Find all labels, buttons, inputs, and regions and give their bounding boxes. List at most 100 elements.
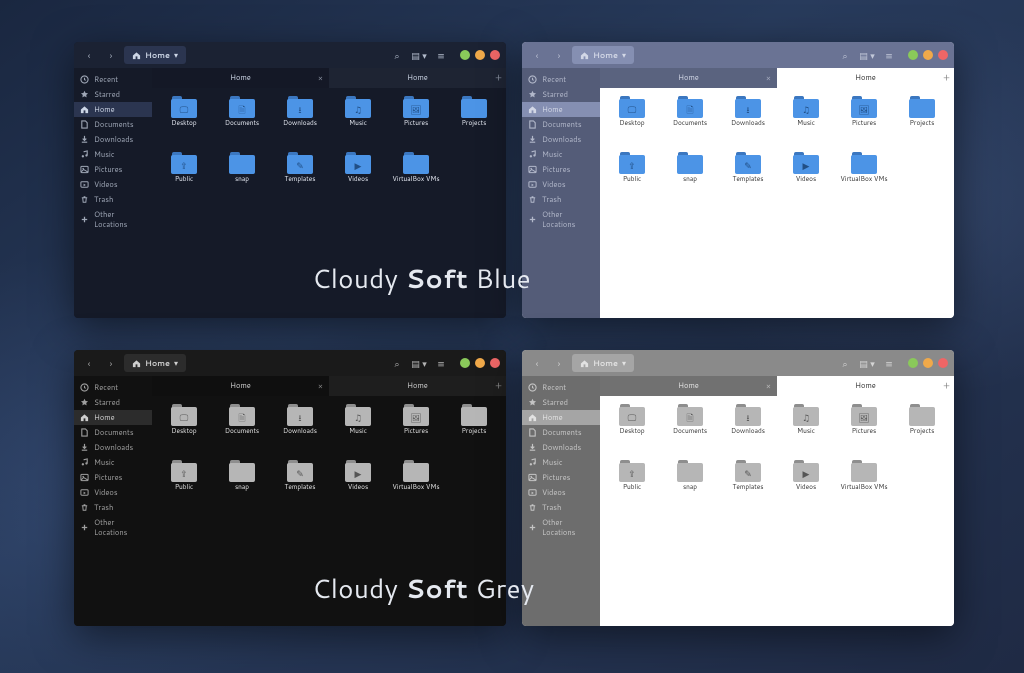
folder-downloads[interactable]: ⭳Downloads [272,404,328,456]
folder-desktop[interactable]: 🖵Desktop [604,404,660,456]
sidebar-item-pictures[interactable]: Pictures [522,470,600,485]
folder-snap[interactable]: snap [214,152,270,204]
sidebar-item-trash[interactable]: Trash [522,192,600,207]
sidebar-item-other-locations[interactable]: Other Locations [74,515,152,540]
maximize-button[interactable] [923,50,933,60]
new-tab-icon[interactable]: + [495,379,502,393]
back-button[interactable]: ‹ [80,46,98,64]
sidebar-item-downloads[interactable]: Downloads [522,132,600,147]
sidebar-item-documents[interactable]: Documents [74,117,152,132]
forward-button[interactable]: › [550,354,568,372]
tab-inactive[interactable]: Home× [152,68,329,88]
sidebar-item-recent[interactable]: Recent [74,72,152,87]
folder-virtualbox-vms[interactable]: VirtualBox VMs [388,460,444,512]
maximize-button[interactable] [475,50,485,60]
sidebar-item-other-locations[interactable]: Other Locations [74,207,152,232]
folder-virtualbox-vms[interactable]: VirtualBox VMs [388,152,444,204]
sidebar-item-videos[interactable]: Videos [74,485,152,500]
sidebar-item-home[interactable]: Home [74,102,152,117]
folder-documents[interactable]: 🗎Documents [662,404,718,456]
sidebar-item-home[interactable]: Home [74,410,152,425]
folder-public[interactable]: ⇪Public [156,460,212,512]
folder-downloads[interactable]: ⭳Downloads [720,96,776,148]
new-tab-icon[interactable]: + [943,379,950,393]
folder-pictures[interactable]: 🖼Pictures [836,96,892,148]
folder-desktop[interactable]: 🖵Desktop [156,404,212,456]
folder-pictures[interactable]: 🖼Pictures [836,404,892,456]
sidebar-item-music[interactable]: Music [522,147,600,162]
new-tab-icon[interactable]: + [943,71,950,85]
folder-desktop[interactable]: 🖵Desktop [604,96,660,148]
sidebar-item-trash[interactable]: Trash [74,500,152,515]
search-button[interactable]: ⌕ [388,46,406,64]
sidebar-item-recent[interactable]: Recent [74,380,152,395]
sidebar-item-music[interactable]: Music [522,455,600,470]
search-button[interactable]: ⌕ [836,46,854,64]
tab-active[interactable]: Home+ [329,376,506,396]
sidebar-item-videos[interactable]: Videos [522,485,600,500]
path-chip[interactable]: Home▾ [572,46,634,64]
maximize-button[interactable] [923,358,933,368]
folder-pictures[interactable]: 🖼Pictures [388,404,444,456]
sidebar-item-music[interactable]: Music [74,147,152,162]
view-toggle-button[interactable]: ▤ ▾ [410,46,428,64]
view-toggle-button[interactable]: ▤ ▾ [410,354,428,372]
tab-inactive[interactable]: Home× [600,68,777,88]
close-tab-icon[interactable]: × [766,380,771,392]
folder-public[interactable]: ⇪Public [604,152,660,204]
folder-pictures[interactable]: 🖼Pictures [388,96,444,148]
hamburger-menu-button[interactable]: ≡ [432,354,450,372]
folder-virtualbox-vms[interactable]: VirtualBox VMs [836,460,892,512]
close-tab-icon[interactable]: × [318,72,323,84]
sidebar-item-starred[interactable]: Starred [522,395,600,410]
back-button[interactable]: ‹ [528,354,546,372]
back-button[interactable]: ‹ [80,354,98,372]
folder-downloads[interactable]: ⭳Downloads [720,404,776,456]
sidebar-item-home[interactable]: Home [522,410,600,425]
folder-documents[interactable]: 🗎Documents [214,404,270,456]
folder-snap[interactable]: snap [214,460,270,512]
path-chip[interactable]: Home▾ [124,354,186,372]
folder-templates[interactable]: ✎Templates [720,152,776,204]
sidebar-item-videos[interactable]: Videos [74,177,152,192]
folder-documents[interactable]: 🗎Documents [214,96,270,148]
sidebar-item-videos[interactable]: Videos [522,177,600,192]
hamburger-menu-button[interactable]: ≡ [880,46,898,64]
tab-inactive[interactable]: Home× [152,376,329,396]
sidebar-item-downloads[interactable]: Downloads [522,440,600,455]
folder-templates[interactable]: ✎Templates [272,460,328,512]
forward-button[interactable]: › [550,46,568,64]
icon-grid[interactable]: 🖵Desktop🗎Documents⭳Downloads♫Music🖼Pictu… [600,396,954,626]
folder-templates[interactable]: ✎Templates [720,460,776,512]
folder-music[interactable]: ♫Music [778,96,834,148]
sidebar-item-starred[interactable]: Starred [522,87,600,102]
folder-music[interactable]: ♫Music [330,96,386,148]
tab-active[interactable]: Home+ [329,68,506,88]
sidebar-item-music[interactable]: Music [74,455,152,470]
sidebar-item-documents[interactable]: Documents [522,425,600,440]
folder-music[interactable]: ♫Music [330,404,386,456]
folder-documents[interactable]: 🗎Documents [662,96,718,148]
sidebar-item-other-locations[interactable]: Other Locations [522,515,600,540]
folder-templates[interactable]: ✎Templates [272,152,328,204]
sidebar-item-recent[interactable]: Recent [522,380,600,395]
close-button[interactable] [490,358,500,368]
folder-public[interactable]: ⇪Public [156,152,212,204]
close-tab-icon[interactable]: × [766,72,771,84]
sidebar-item-documents[interactable]: Documents [74,425,152,440]
sidebar-item-trash[interactable]: Trash [522,500,600,515]
search-button[interactable]: ⌕ [388,354,406,372]
sidebar-item-pictures[interactable]: Pictures [74,162,152,177]
folder-videos[interactable]: ▶Videos [330,460,386,512]
folder-videos[interactable]: ▶Videos [330,152,386,204]
path-chip[interactable]: Home▾ [124,46,186,64]
sidebar-item-starred[interactable]: Starred [74,395,152,410]
folder-projects[interactable]: Projects [894,96,950,148]
hamburger-menu-button[interactable]: ≡ [432,46,450,64]
hamburger-menu-button[interactable]: ≡ [880,354,898,372]
sidebar-item-documents[interactable]: Documents [522,117,600,132]
minimize-button[interactable] [460,50,470,60]
folder-music[interactable]: ♫Music [778,404,834,456]
tab-active[interactable]: Home+ [777,68,954,88]
new-tab-icon[interactable]: + [495,71,502,85]
